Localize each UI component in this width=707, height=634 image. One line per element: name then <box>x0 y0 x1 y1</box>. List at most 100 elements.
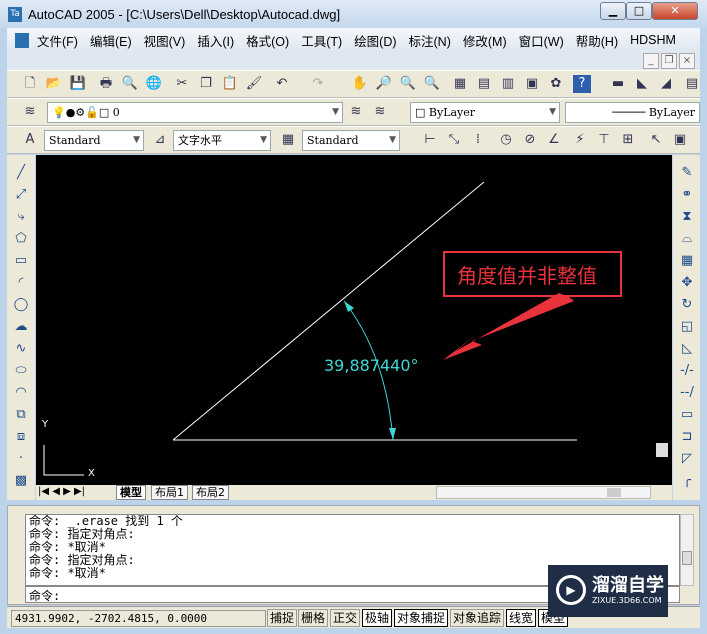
insert-block-icon[interactable]: ⧉ <box>12 407 30 425</box>
text-style-combo[interactable]: Standard ▼ <box>44 130 144 151</box>
rectangle-icon[interactable]: ▭ <box>12 253 30 271</box>
angular-dim-icon[interactable]: ∠ <box>545 131 563 149</box>
construction-line-icon[interactable]: ⤢ <box>12 187 30 205</box>
diameter-dim-icon[interactable]: ⊘ <box>521 131 539 149</box>
area-icon[interactable]: ◣ <box>633 75 651 93</box>
menu-view[interactable]: 视图(V) <box>144 31 186 50</box>
offset-icon[interactable]: ⌓ <box>678 231 696 249</box>
tab-layout2[interactable]: 布局2 <box>192 485 229 500</box>
tab-nav-buttons[interactable]: |◀ ◀ ▶ ▶| <box>38 486 85 497</box>
grid-toggle[interactable]: 栅格 <box>298 609 329 627</box>
scale-icon[interactable]: ◱ <box>678 319 696 337</box>
mass-properties-icon[interactable]: ◢ <box>657 75 675 93</box>
layer-manager-icon[interactable]: ≋ <box>21 103 39 121</box>
stretch-icon[interactable]: ◺ <box>678 341 696 359</box>
ellipse-icon[interactable]: ⬭ <box>12 363 30 381</box>
circle-icon[interactable]: ◯ <box>12 297 30 315</box>
tab-model[interactable]: 模型 <box>116 485 146 500</box>
color-combo[interactable]: □ ByLayer ▼ <box>410 102 560 123</box>
hatch-icon[interactable]: ▩ <box>12 473 30 491</box>
angled-line[interactable] <box>172 181 485 441</box>
dim-style-icon[interactable]: ⊿ <box>151 131 169 149</box>
line-icon[interactable]: ╱ <box>12 165 30 183</box>
menu-draw[interactable]: 绘图(D) <box>354 31 396 50</box>
new-icon[interactable]: 🗋 <box>21 75 39 93</box>
layer-previous-icon[interactable]: ≋ <box>371 103 389 121</box>
match-properties-icon[interactable]: 🖌 <box>245 75 263 93</box>
horizontal-scrollbar[interactable] <box>436 486 651 499</box>
doc-close-button[interactable]: × <box>679 53 695 69</box>
properties-icon[interactable]: ▦ <box>451 75 469 93</box>
print-preview-icon[interactable]: 🔍 <box>121 75 139 93</box>
help-icon[interactable]: ? <box>573 75 591 93</box>
pan-icon[interactable]: ✋ <box>351 75 369 93</box>
menu-file[interactable]: 文件(F) <box>37 31 78 50</box>
menu-modify[interactable]: 修改(M) <box>463 31 507 50</box>
radius-dim-icon[interactable]: ◷ <box>497 131 515 149</box>
polar-toggle[interactable]: 极轴 <box>362 609 393 627</box>
chamfer-icon[interactable]: ◸ <box>678 451 696 469</box>
copy-icon[interactable]: ❐ <box>197 75 215 93</box>
open-icon[interactable]: 📂 <box>45 75 63 93</box>
paste-icon[interactable]: 📋 <box>221 75 239 93</box>
redo-icon[interactable]: ↷ <box>309 75 327 93</box>
zoom-realtime-icon[interactable]: 🔎 <box>375 75 393 93</box>
linetype-combo[interactable]: ───── ByLayer <box>565 102 700 123</box>
doc-restore-button[interactable]: ❐ <box>661 53 677 69</box>
save-icon[interactable]: 💾 <box>69 75 87 93</box>
leader-icon[interactable]: ↖ <box>647 131 665 149</box>
otrack-toggle[interactable]: 对象追踪 <box>450 609 505 627</box>
make-current-layer-icon[interactable]: ≋ <box>347 103 365 121</box>
lineweight-toggle[interactable]: 线宽 <box>506 609 537 627</box>
markup-icon[interactable]: ✿ <box>547 75 565 93</box>
cut-icon[interactable]: ✂ <box>173 75 191 93</box>
measure-icon[interactable]: ▬ <box>609 75 627 93</box>
vertical-scrollbar[interactable] <box>654 155 672 485</box>
aligned-dim-icon[interactable]: ⤡ <box>445 131 463 149</box>
copy-object-icon[interactable]: ⚭ <box>678 187 696 205</box>
revision-cloud-icon[interactable]: ☁ <box>12 319 30 337</box>
tab-layout1[interactable]: 布局1 <box>151 485 188 500</box>
text-style-icon[interactable]: A <box>21 131 39 149</box>
array-icon[interactable]: ▦ <box>678 253 696 271</box>
quick-dim-icon[interactable]: ⚡ <box>571 131 589 149</box>
menu-dimension[interactable]: 标注(N) <box>409 31 451 50</box>
close-button[interactable]: ✕ <box>652 2 698 20</box>
menu-help[interactable]: 帮助(H) <box>576 31 618 50</box>
ordinate-dim-icon[interactable]: ⁞ <box>469 131 487 149</box>
linear-dim-icon[interactable]: ⊢ <box>421 131 439 149</box>
zoom-previous-icon[interactable]: 🔍 <box>423 75 441 93</box>
fillet-icon[interactable]: ╭ <box>678 473 696 491</box>
drawing-canvas[interactable]: 39,887440° 角度值并非整值 Y X <box>36 155 672 485</box>
dim-style-combo[interactable]: 文字水平 ▼ <box>173 130 271 151</box>
list-icon[interactable]: ▤ <box>683 75 701 93</box>
ortho-toggle[interactable]: 正交 <box>330 609 361 627</box>
dbconnect-icon[interactable]: ▣ <box>523 75 541 93</box>
make-block-icon[interactable]: ⧈ <box>12 429 30 447</box>
spline-icon[interactable]: ∿ <box>12 341 30 359</box>
minimize-button[interactable]: ▁ <box>600 2 626 20</box>
ellipse-arc-icon[interactable]: ◠ <box>12 385 30 403</box>
polygon-icon[interactable]: ⬠ <box>12 231 30 249</box>
mirror-icon[interactable]: ⧗ <box>678 209 696 227</box>
polyline-icon[interactable]: ⤷ <box>12 209 30 227</box>
menu-tools[interactable]: 工具(T) <box>301 31 342 50</box>
publish-icon[interactable]: 🌐 <box>145 75 163 93</box>
point-icon[interactable]: · <box>12 451 30 469</box>
doc-minimize-button[interactable]: _ <box>643 53 659 69</box>
continue-dim-icon[interactable]: ⊞ <box>619 131 637 149</box>
tool-palettes-icon[interactable]: ▥ <box>499 75 517 93</box>
design-center-icon[interactable]: ▤ <box>475 75 493 93</box>
move-icon[interactable]: ✥ <box>678 275 696 293</box>
menu-hdshm[interactable]: HDSHM <box>630 33 676 47</box>
baseline-dim-icon[interactable]: ⊤ <box>595 131 613 149</box>
trim-icon[interactable]: -/- <box>678 363 696 381</box>
table-style-combo[interactable]: Standard ▼ <box>302 130 400 151</box>
break-icon[interactable]: ▭ <box>678 407 696 425</box>
extend-icon[interactable]: --/ <box>678 385 696 403</box>
snap-toggle[interactable]: 捕捉 <box>267 609 298 627</box>
rotate-icon[interactable]: ↻ <box>678 297 696 315</box>
print-icon[interactable]: 🖶 <box>97 75 115 93</box>
menu-edit[interactable]: 编辑(E) <box>90 31 132 50</box>
menu-insert[interactable]: 插入(I) <box>197 31 234 50</box>
